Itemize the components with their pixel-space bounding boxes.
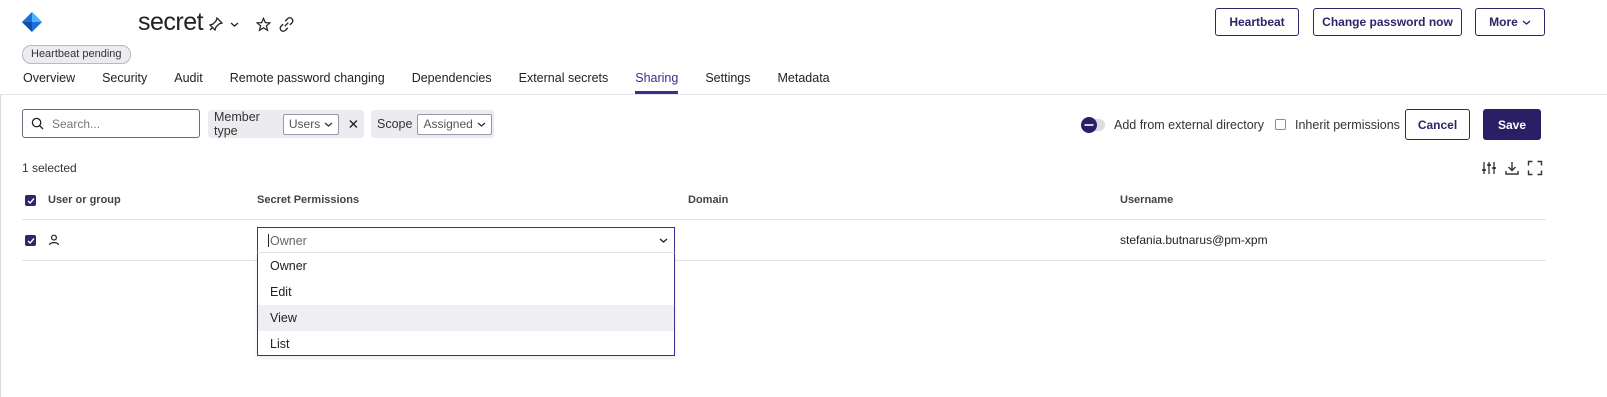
chevron-down-icon[interactable] [659,236,668,245]
header-divider [22,219,1546,220]
heartbeat-button[interactable]: Heartbeat [1215,8,1299,36]
column-settings-icon[interactable] [1481,160,1497,176]
row-checkbox[interactable] [25,235,36,246]
chevron-down-icon [1522,20,1531,25]
column-header-user-or-group[interactable]: User or group [48,194,121,206]
search-box[interactable] [22,109,200,138]
permission-options-menu: Owner Edit View List [257,252,675,356]
search-input[interactable] [50,115,194,132]
tab-sharing[interactable]: Sharing [635,71,679,94]
link-icon[interactable] [277,15,295,33]
chevron-down-icon [477,122,486,127]
permission-option-list[interactable]: List [258,331,674,357]
username-cell: stefania.butnarus@pm-xpm [1120,233,1268,247]
pin-icon[interactable] [207,15,225,33]
app-logo-icon [22,12,42,32]
more-button[interactable]: More [1475,8,1545,36]
tab-bar: Overview Security Audit Remote password … [23,71,857,94]
tab-external-secrets[interactable]: External secrets [519,71,609,93]
save-button[interactable]: Save [1483,109,1541,140]
scope-select[interactable]: Assigned [417,113,492,135]
tab-divider [0,94,1607,95]
inherit-permissions-checkbox[interactable] [1275,119,1286,130]
permission-option-view[interactable]: View [258,305,674,331]
content-left-border [0,95,1,397]
scope-label: Scope [377,117,413,131]
permission-placeholder: Owner [270,233,307,248]
chevron-down-icon[interactable] [229,15,239,33]
member-type-filter: Member type Users [208,110,364,138]
row-divider [22,260,1546,261]
change-password-button[interactable]: Change password now [1313,8,1462,36]
select-all-checkbox[interactable] [25,195,36,206]
add-external-label: Add from external directory [1114,118,1265,132]
column-header-domain[interactable]: Domain [688,194,728,206]
fullscreen-icon[interactable] [1527,160,1543,176]
check-icon [27,197,35,204]
download-icon[interactable] [1504,160,1520,176]
column-header-username[interactable]: Username [1120,194,1173,206]
add-external-toggle[interactable] [1080,117,1106,133]
permission-combobox[interactable]: Owner [257,227,675,253]
tab-overview[interactable]: Overview [23,71,75,93]
tab-security[interactable]: Security [102,71,147,93]
user-icon [48,234,60,246]
member-type-value: Users [288,117,321,131]
page-title: secret [138,8,204,36]
tab-settings[interactable]: Settings [705,71,750,93]
inherit-permissions-label: Inherit permissions [1295,118,1400,132]
tab-dependencies[interactable]: Dependencies [412,71,492,93]
cancel-button[interactable]: Cancel [1405,109,1470,140]
permission-option-owner[interactable]: Owner [258,253,674,279]
scope-filter: Scope Assigned [371,110,494,138]
star-icon[interactable] [254,15,272,33]
chevron-down-icon [324,122,333,127]
member-type-select[interactable]: Users [282,113,340,135]
more-button-label: More [1489,15,1518,29]
permission-option-edit[interactable]: Edit [258,279,674,305]
column-header-secret-permissions[interactable]: Secret Permissions [257,194,359,206]
text-cursor [268,234,269,247]
clear-filter-icon[interactable] [349,119,358,129]
tab-audit[interactable]: Audit [174,71,203,93]
search-icon [31,117,44,130]
status-badge: Heartbeat pending [22,45,131,64]
check-icon [27,237,35,244]
member-type-label: Member type [214,110,260,138]
tab-remote-password-changing[interactable]: Remote password changing [230,71,385,93]
selected-count: 1 selected [22,161,77,175]
tab-metadata[interactable]: Metadata [778,71,830,93]
scope-value: Assigned [423,117,473,131]
